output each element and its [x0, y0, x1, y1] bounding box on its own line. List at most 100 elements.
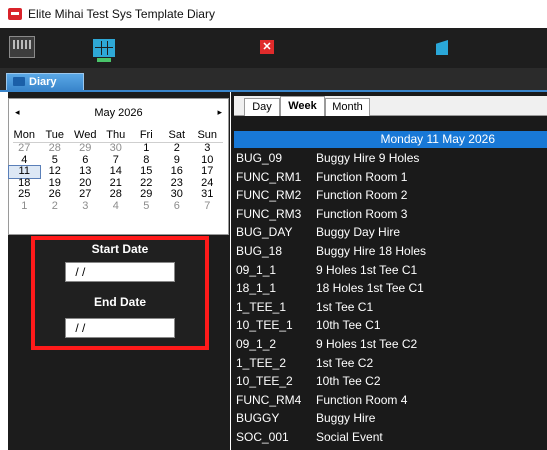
monitor-icon[interactable]: [9, 36, 35, 58]
calendar-day[interactable]: 31: [192, 189, 223, 201]
resource-row[interactable]: 09_1_2 9 Holes 1st Tee C2: [234, 335, 547, 354]
calendar-day[interactable]: 30: [162, 189, 193, 201]
resource-row[interactable]: FUNC_RM3 Function Room 3: [234, 205, 547, 224]
calendar-day[interactable]: 25: [9, 189, 40, 201]
app-logo-icon: [8, 8, 22, 20]
tab-week[interactable]: Week: [280, 96, 325, 116]
weekday-label: Wed: [74, 129, 97, 141]
calendar-day[interactable]: 17: [192, 166, 223, 178]
resource-code: 1_TEE_1: [236, 299, 287, 314]
resource-code: 10_TEE_1: [236, 318, 293, 333]
door-exit-icon[interactable]: [436, 40, 448, 55]
resource-row[interactable]: BUG_DAY Buggy Day Hire: [234, 223, 547, 242]
view-tab-bar: Day Week Month: [234, 96, 547, 116]
tab-day[interactable]: Day: [244, 98, 280, 116]
weekday-label: Sat: [168, 129, 185, 141]
weekday-label: Tue: [45, 129, 65, 141]
resource-name: Buggy Hire 18 Holes: [316, 243, 427, 258]
resource-row[interactable]: FUNC_RM1 Function Room 1: [234, 168, 547, 187]
toolbar: ✕: [0, 28, 547, 68]
calendar-month-label: May 2026: [94, 107, 143, 119]
next-month-button[interactable]: ▸: [217, 107, 222, 118]
resource-code: FUNC_RM1: [236, 169, 302, 184]
resource-row[interactable]: 10_TEE_1 10th Tee C1: [234, 316, 547, 335]
resource-row[interactable]: SOC_001 Social Event: [234, 428, 547, 447]
calendar-day[interactable]: 2: [162, 143, 193, 155]
resource-code: 10_TEE_2: [236, 374, 293, 389]
calendar-day[interactable]: 6: [162, 200, 193, 213]
title-bar: Elite Mihai Test Sys Template Diary: [0, 0, 547, 28]
resource-name: Function Room 4: [316, 392, 408, 407]
resource-row[interactable]: BUG_09 Buggy Hire 9 Holes: [234, 149, 547, 168]
resource-code: BUGGY: [236, 411, 280, 426]
grid-icon[interactable]: [93, 39, 115, 62]
date-range-panel: Start Date End Date: [31, 236, 209, 350]
resource-code: FUNC_RM3: [236, 206, 302, 221]
resource-name: Buggy Hire: [316, 411, 376, 426]
resource-code: BUG_09: [236, 151, 283, 165]
resource-code: 09_1_1: [236, 262, 277, 277]
weekday-label: Fri: [139, 129, 153, 141]
start-date-input[interactable]: [65, 262, 175, 282]
calendar-day[interactable]: 4: [101, 200, 132, 213]
resource-name: 18 Holes 1st Tee C1: [316, 281, 424, 296]
calendar-day[interactable]: 1: [131, 143, 162, 155]
resource-row[interactable]: BUGGY Buggy Hire: [234, 409, 547, 428]
calendar-day[interactable]: 2: [40, 200, 71, 213]
tab-diary-label: Diary: [29, 76, 57, 88]
resource-name: Function Room 3: [316, 206, 408, 221]
resource-row[interactable]: 10_TEE_2 10th Tee C2: [234, 372, 547, 391]
resource-row[interactable]: BUG_18 Buggy Hire 18 Holes: [234, 242, 547, 261]
resource-code: FUNC_RM2: [236, 188, 302, 203]
calendar-day[interactable]: 29: [131, 189, 162, 201]
calendar-week-row: 25 26 27 28 29 30 31: [9, 189, 228, 201]
calendar-week-row: 27 28 29 30 1 2 3: [9, 143, 228, 155]
calendar-day[interactable]: 16: [162, 166, 193, 178]
calendar-day[interactable]: 13: [70, 166, 101, 178]
resource-code: 1_TEE_2: [236, 355, 287, 370]
calendar-day[interactable]: 7: [192, 200, 223, 213]
end-date-input[interactable]: [65, 318, 175, 338]
calendar-day[interactable]: 27: [9, 143, 40, 155]
end-date-label: End Date: [93, 295, 146, 309]
calendar-day[interactable]: 14: [101, 166, 132, 178]
calendar-week-row: 11 12 13 14 15 16 17: [8, 165, 228, 179]
calendar-day[interactable]: 28: [101, 189, 132, 201]
resource-name: Buggy Day Hire: [316, 225, 401, 240]
calendar-day[interactable]: 12: [40, 166, 71, 178]
schedule-date-header: Monday 11 May 2026: [234, 131, 547, 148]
resource-name: 10th Tee C2: [316, 374, 381, 389]
resource-row[interactable]: 09_1_1 9 Holes 1st Tee C1: [234, 261, 547, 280]
calendar-day[interactable]: 11: [8, 165, 41, 179]
calendar-day[interactable]: 3: [70, 200, 101, 213]
start-date-label: Start Date: [91, 242, 149, 256]
resource-name: Function Room 1: [316, 169, 408, 184]
diary-icon: [13, 77, 25, 86]
calendar-day[interactable]: 26: [40, 189, 71, 201]
tab-month[interactable]: Month: [325, 98, 370, 116]
resource-code: BUG_DAY: [236, 225, 293, 240]
month-calendar: ◂ May 2026 ▸ Mon Tue Wed Thu Fri Sat Sun 27 28 2…: [8, 98, 229, 235]
calendar-day[interactable]: 27: [70, 189, 101, 201]
close-icon[interactable]: ✕: [260, 40, 274, 54]
resource-name: 10th Tee C1: [316, 318, 381, 333]
resource-row[interactable]: FUNC_RM2 Function Room 2: [234, 186, 547, 205]
resource-name: Function Room 2: [316, 188, 408, 203]
calendar-day-grid: 27 28 29 30 1 2 3 4 5 6 7 8 9 10 11 12 13 14 15 16 17 18 19 20 2…: [8, 143, 228, 213]
resource-row[interactable]: 1_TEE_2 1st Tee C2: [234, 354, 547, 373]
calendar-day[interactable]: 29: [70, 143, 101, 155]
calendar-day[interactable]: 15: [131, 166, 162, 178]
calendar-day[interactable]: 30: [101, 143, 132, 155]
resource-code: 09_1_2: [236, 336, 277, 351]
resource-row[interactable]: 1_TEE_1 1st Tee C1: [234, 298, 547, 317]
resource-row[interactable]: FUNC_RM4 Function Room 4: [234, 391, 547, 410]
calendar-day[interactable]: 28: [40, 143, 71, 155]
calendar-header: ◂ May 2026 ▸: [9, 107, 228, 123]
calendar-day[interactable]: 3: [192, 143, 223, 155]
resource-name: Social Event: [316, 429, 383, 444]
tab-diary[interactable]: Diary: [6, 73, 84, 90]
resource-row[interactable]: 18_1_1 18 Holes 1st Tee C1: [234, 279, 547, 298]
calendar-day[interactable]: 1: [9, 200, 40, 213]
calendar-day[interactable]: 5: [131, 200, 162, 213]
weekday-label: Sun: [197, 129, 218, 141]
